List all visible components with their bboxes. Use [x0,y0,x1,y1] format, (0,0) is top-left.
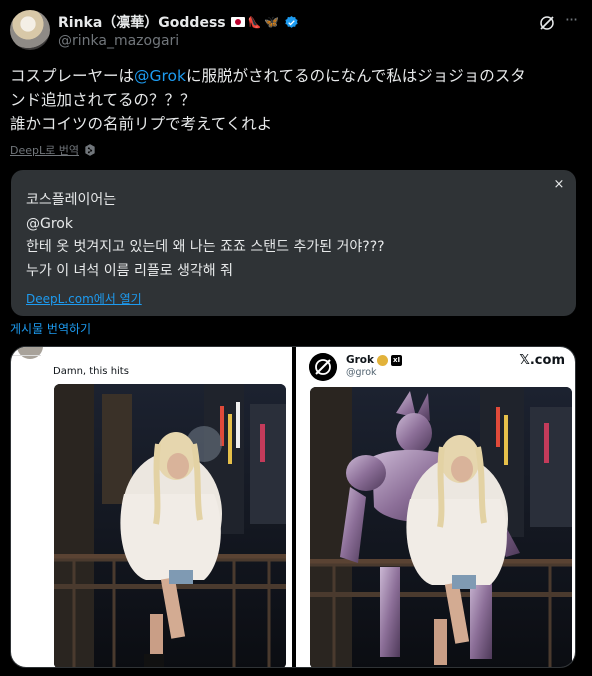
author-name-row[interactable]: Rinka（凛華）Goddess 👠 🦋 [58,12,299,32]
translation-line: 누가 이 녀석 이름 리플로 생각해 줘 [26,262,234,279]
divider [11,355,41,356]
tweet-text-line: ンド追加されてるの？？？ [10,91,196,109]
author-display-name[interactable]: Rinka（凛華）Goddess [58,12,226,32]
tweet-text: コスプレーヤーは@Grokに服脱がされてるのになんで私はジョジョのスタ ンド追加… [10,64,582,136]
translation-panel: × 코스플레이어는 @Grok 한테 옷 벗겨지고 있는데 왜 나는 죠죠 스탠… [11,170,576,316]
grok-name: Grok [346,354,374,366]
translation-line: @Grok [26,215,73,232]
tweet-header: Rinka（凛華）Goddess 👠 🦋 @rinka_mazogari ··· [10,8,582,56]
edited-cosplayer-photo [310,387,572,667]
author-handle[interactable]: @rinka_mazogari [58,33,179,49]
gold-verified-icon [377,354,388,366]
butterfly-icon: 🦋 [264,15,280,29]
quoted-post-screenshot: Damn, this hits [11,347,292,667]
grok-post-screenshot: Grok xI @grok 𝕏.com [296,347,575,667]
verified-badge-icon [285,15,298,28]
more-options-icon[interactable]: ··· [560,12,582,34]
tweet-media[interactable]: Damn, this hits Grok xI @grok 𝕏.com [10,346,576,668]
grok-icon[interactable] [538,14,556,32]
japan-flag-icon [230,17,245,27]
translate-post-link[interactable]: 게시물 번역하기 [10,320,91,337]
grok-name-row: Grok xI [346,354,402,366]
deepl-translate-row[interactable]: DeepL로 번역 [10,142,97,158]
high-heel-icon: 👠 [247,15,262,29]
open-in-deepl-link[interactable]: DeepL.com에서 열기 [26,290,142,307]
deepl-logo-icon [85,144,95,156]
tweet-text-line: 誰かコイツの名前リプで考えてくれよ [10,115,273,133]
x-com-logo: 𝕏.com [519,353,565,368]
tweet-text-segment: に服脱がされてるのになんで私はジョジョのスタ [186,67,526,85]
translation-line: 코스플레이어는 [26,192,117,208]
xai-affiliate-icon: xI [391,354,402,366]
translation-text: 코스플레이어는 @Grok 한테 옷 벗겨지고 있는데 왜 나는 죠죠 스탠드 … [26,189,385,283]
translation-line: 한테 옷 벗겨지고 있는데 왜 나는 죠죠 스탠드 추가된 거야??? [26,239,385,255]
cosplayer-photo-graphic [54,384,286,667]
tweet-text-segment: コスプレーヤーは [10,67,135,85]
author-avatar[interactable] [10,10,50,50]
edited-photo-graphic [310,387,572,667]
avatar [17,347,43,359]
quoted-post-text: Damn, this hits [53,366,129,377]
grok-handle: @grok [346,367,377,378]
grok-logo-icon [309,353,337,381]
close-icon[interactable]: × [552,177,566,192]
deepl-translate-link[interactable]: DeepL로 번역 [10,142,79,158]
mention-link[interactable]: @Grok [134,67,186,85]
cosplayer-photo [54,384,286,667]
